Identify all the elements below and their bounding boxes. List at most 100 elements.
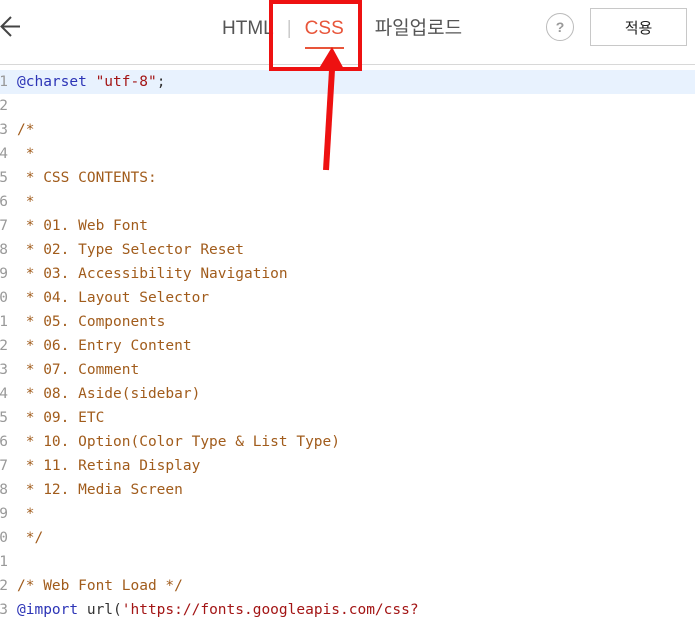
code-line[interactable]: 20 */ xyxy=(0,526,695,550)
code-token: ; xyxy=(156,74,166,90)
code-text: /* xyxy=(17,118,34,142)
code-text: /* Web Font Load */ xyxy=(17,574,183,598)
line-number: 23 xyxy=(0,602,8,618)
code-token: * 06. Entry Content xyxy=(17,338,192,354)
question-circle-icon: ? xyxy=(555,19,565,35)
code-line[interactable]: 7 * 01. Web Font xyxy=(0,214,695,238)
code-text: * 12. Media Screen xyxy=(17,478,183,502)
line-number: 10 xyxy=(0,290,8,306)
line-number: 12 xyxy=(0,338,8,354)
line-number: 16 xyxy=(0,434,8,450)
line-number: 20 xyxy=(0,530,8,546)
code-line[interactable]: 17 * 11. Retina Display xyxy=(0,454,695,478)
code-line[interactable]: 11 * 05. Components xyxy=(0,310,695,334)
line-number: 18 xyxy=(0,482,8,498)
code-text: * 11. Retina Display xyxy=(17,454,201,478)
line-number: 8 xyxy=(0,242,8,258)
line-number: 6 xyxy=(0,194,8,210)
code-token: * 12. Media Screen xyxy=(17,482,183,498)
code-token: "utf-8" xyxy=(95,74,157,90)
code-line[interactable]: 4 * xyxy=(0,142,695,166)
code-text: * 04. Layout Selector xyxy=(17,286,209,310)
code-token: * 04. Layout Selector xyxy=(17,290,210,306)
code-text: * xyxy=(17,190,35,214)
code-line[interactable]: 21 xyxy=(0,550,695,574)
code-line[interactable]: 13 * 07. Comment xyxy=(0,358,695,382)
tab-file-upload[interactable]: 파일업로드 xyxy=(375,15,462,45)
line-number: 19 xyxy=(0,506,8,522)
code-line[interactable]: 23 @import url('https://fonts.googleapis.… xyxy=(0,598,695,622)
code-text: * 08. Aside(sidebar) xyxy=(17,382,201,406)
code-line[interactable]: 5 * CSS CONTENTS: xyxy=(0,166,695,190)
line-number: 4 xyxy=(0,146,8,162)
code-line[interactable]: 1 @charset "utf-8"; xyxy=(0,70,695,94)
code-token: * 07. Comment xyxy=(17,362,140,378)
line-number: 1 xyxy=(0,74,8,90)
code-text: * 09. ETC xyxy=(17,406,105,430)
code-line[interactable]: 14 * 08. Aside(sidebar) xyxy=(0,382,695,406)
code-line[interactable]: 19 * xyxy=(0,502,695,526)
code-token: * 05. Components xyxy=(17,314,166,330)
line-number: 9 xyxy=(0,266,8,282)
code-line[interactable]: 16 * 10. Option(Color Type & List Type) xyxy=(0,430,695,454)
line-number: 2 xyxy=(0,98,8,114)
code-token: /* Web Font Load */ xyxy=(17,578,183,594)
code-token: * xyxy=(17,146,35,162)
code-token: * 10. Option(Color Type & List Type) xyxy=(17,434,341,450)
code-token: @charset xyxy=(17,74,87,90)
code-token: * 09. ETC xyxy=(17,410,105,426)
code-token: 'https://fonts.googleapis.com/css? xyxy=(121,602,419,618)
code-text: * 06. Entry Content xyxy=(17,334,192,358)
code-text: @import url('https://fonts.googleapis.co… xyxy=(17,598,419,622)
code-line[interactable]: 10 * 04. Layout Selector xyxy=(0,286,695,310)
tab-html[interactable]: HTML xyxy=(222,15,274,45)
code-token: */ xyxy=(17,530,44,546)
apply-button[interactable]: 적용 xyxy=(590,8,687,46)
code-token: url( xyxy=(78,602,122,618)
line-number: 22 xyxy=(0,578,8,594)
code-text: */ xyxy=(17,526,43,550)
code-line[interactable]: 8 * 02. Type Selector Reset xyxy=(0,238,695,262)
css-code-editor[interactable]: 1 @charset "utf-8"; 2 3/* 4 * 5 * CSS CONTENT… xyxy=(0,65,695,625)
code-line[interactable]: 3 /* xyxy=(0,118,695,142)
code-token: * 11. Retina Display xyxy=(17,458,201,474)
code-text: * 01. Web Font xyxy=(17,214,148,238)
back-button[interactable] xyxy=(0,10,26,44)
line-number: 14 xyxy=(0,386,8,402)
code-line[interactable]: 15 * 09. ETC xyxy=(0,406,695,430)
code-token: * 08. Aside(sidebar) xyxy=(17,386,201,402)
code-text: * CSS CONTENTS: xyxy=(17,166,157,190)
annotation-highlight-box xyxy=(269,0,362,71)
code-line[interactable]: 22 /* Web Font Load */ xyxy=(0,574,695,598)
line-number: 15 xyxy=(0,410,8,426)
line-number: 21 xyxy=(0,554,8,570)
line-number: 3 xyxy=(0,122,8,138)
code-line[interactable]: 12 * 06. Entry Content xyxy=(0,334,695,358)
code-line[interactable]: 6 * xyxy=(0,190,695,214)
code-token: * 01. Web Font xyxy=(17,218,148,234)
code-text: * xyxy=(17,502,35,526)
help-button[interactable]: ? xyxy=(546,13,574,41)
code-text: * 03. Accessibility Navigation xyxy=(17,262,288,286)
code-token: /* xyxy=(17,122,35,138)
code-text: @charset "utf-8"; xyxy=(17,70,165,94)
code-line[interactable]: 18 * 12. Media Screen xyxy=(0,478,695,502)
line-number: 13 xyxy=(0,362,8,378)
code-text: * 07. Comment xyxy=(17,358,140,382)
code-line[interactable]: 2 xyxy=(0,94,695,118)
code-token: @import xyxy=(17,602,79,618)
code-line[interactable]: 9 * 03. Accessibility Navigation xyxy=(0,262,695,286)
line-number: 5 xyxy=(0,170,8,186)
line-number: 7 xyxy=(0,218,8,234)
code-token: * xyxy=(17,506,35,522)
code-token: * 03. Accessibility Navigation xyxy=(17,266,288,282)
line-number: 17 xyxy=(0,458,8,474)
code-token: * CSS CONTENTS: xyxy=(17,170,157,186)
line-number: 11 xyxy=(0,314,8,330)
code-text: * 05. Components xyxy=(17,310,166,334)
code-token: * xyxy=(17,194,35,210)
code-token: * 02. Type Selector Reset xyxy=(17,242,244,258)
code-text: * 10. Option(Color Type & List Type) xyxy=(17,430,340,454)
arrow-left-icon xyxy=(0,16,20,37)
